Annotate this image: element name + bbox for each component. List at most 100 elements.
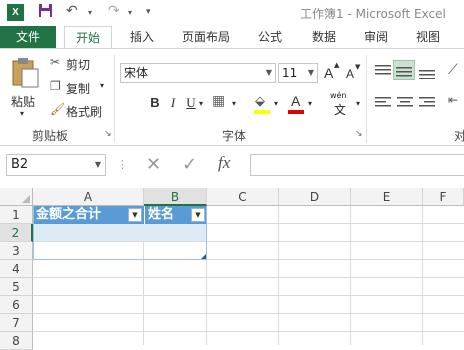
align-center-icon[interactable] — [396, 95, 414, 109]
underline-button[interactable]: U — [182, 93, 200, 113]
align-right-icon[interactable] — [418, 95, 436, 109]
font-size-select[interactable]: 11 ▼ — [278, 63, 318, 83]
filter-dropdown-icon[interactable]: ▼ — [128, 208, 142, 222]
cut-button[interactable]: 剪切 — [66, 56, 90, 73]
worksheet-grid[interactable]: A B C D E F 1 2 3 4 5 6 7 8 金额之合计 ▼ 姓名 ▼ — [0, 184, 464, 350]
gridline — [422, 206, 423, 345]
enter-icon[interactable]: ✓ — [182, 154, 197, 175]
font-name-value: 宋体 — [124, 66, 149, 80]
clipboard-group-label: 剪贴板 — [32, 129, 69, 143]
cut-icon[interactable]: ✂ — [50, 55, 60, 69]
formula-bar: B2 ▼ ⋮ ✕ ✓ fx — [0, 146, 464, 184]
row-header-5[interactable]: 5 — [0, 278, 33, 296]
paste-label: 粘贴 — [11, 95, 36, 109]
cell-a1[interactable]: 金额之合计 ▼ — [33, 206, 144, 224]
decrease-indent-icon[interactable]: ⇤ — [448, 93, 458, 107]
redo-icon[interactable]: ↷ — [108, 3, 120, 19]
font-color-dropdown-icon[interactable]: ▾ — [308, 99, 312, 108]
italic-button[interactable]: I — [164, 93, 182, 113]
font-launcher-icon[interactable]: ↘ — [355, 129, 363, 139]
excel-logo: X — [7, 4, 24, 21]
tab-data[interactable]: 数据 — [304, 26, 344, 48]
shrink-font-arrow-icon: ▼ — [355, 63, 361, 71]
format-painter-icon[interactable]: 🖌 — [50, 102, 65, 116]
borders-dropdown-icon[interactable]: ▾ — [232, 99, 236, 108]
align-bottom-icon[interactable] — [418, 65, 436, 79]
row-header-1[interactable]: 1 — [0, 206, 33, 224]
save-icon[interactable] — [38, 3, 53, 22]
align-middle-button[interactable] — [393, 60, 415, 80]
cancel-icon[interactable]: ✕ — [146, 154, 161, 175]
row-header-2[interactable]: 2 — [0, 224, 33, 242]
gridline — [278, 206, 279, 345]
grow-font-arrow-icon: ▲ — [334, 61, 340, 69]
gridline — [33, 295, 464, 296]
row-header-3[interactable]: 3 — [0, 242, 33, 260]
font-size-value: 11 — [282, 66, 298, 80]
cell-b1-text: 姓名 — [148, 207, 175, 222]
tab-formulas[interactable]: 公式 — [250, 26, 290, 48]
paste-button[interactable]: 粘贴 ▾ — [8, 57, 42, 118]
window-title: 工作簿1 - Microsoft Excel — [300, 7, 446, 21]
font-color-button[interactable]: A — [286, 93, 306, 115]
undo-dropdown-icon[interactable]: ▾ — [88, 8, 92, 17]
tab-page-layout[interactable]: 页面布局 — [176, 26, 236, 48]
clipboard-launcher-icon[interactable]: ↘ — [104, 129, 112, 139]
underline-dropdown-icon[interactable]: ▾ — [199, 99, 203, 108]
bold-button[interactable]: B — [146, 93, 164, 113]
customize-qat-icon[interactable]: ▾ — [146, 7, 151, 17]
gridline — [33, 277, 464, 278]
redo-dropdown-icon[interactable]: ▾ — [128, 8, 132, 17]
resize-handle-icon[interactable] — [201, 254, 206, 259]
borders-icon[interactable]: ▦ — [212, 93, 225, 109]
column-header-c[interactable]: C — [207, 188, 279, 206]
font-group-label: 字体 — [222, 129, 247, 143]
row-header-8[interactable]: 8 — [0, 332, 33, 350]
name-box[interactable]: B2 ▼ — [6, 154, 106, 176]
cell-b1[interactable]: 姓名 ▼ — [144, 206, 207, 224]
column-header-d[interactable]: D — [279, 188, 351, 206]
tab-review[interactable]: 审阅 — [356, 26, 396, 48]
formula-input[interactable] — [250, 154, 464, 176]
column-header-a[interactable]: A — [33, 188, 144, 206]
copy-icon[interactable]: ❐ — [50, 79, 61, 93]
tab-insert[interactable]: 插入 — [120, 26, 164, 48]
tab-view[interactable]: 视图 — [408, 26, 448, 48]
align-left-icon[interactable] — [374, 95, 392, 109]
chevron-down-icon: ▼ — [265, 68, 272, 77]
align-middle-icon — [396, 67, 412, 77]
copy-button[interactable]: 复制 — [66, 80, 90, 97]
table-band-row — [33, 224, 207, 241]
tab-file[interactable]: 文件 — [0, 26, 56, 48]
column-header-e[interactable]: E — [351, 188, 423, 206]
row-header-7[interactable]: 7 — [0, 314, 33, 332]
shrink-font-button[interactable]: A — [346, 67, 354, 81]
format-painter-button[interactable]: 格式刷 — [66, 103, 102, 120]
select-all-triangle-icon — [22, 195, 30, 203]
row-header-4[interactable]: 4 — [0, 260, 33, 278]
phonetic-button[interactable]: wén 文 — [330, 91, 354, 117]
font-color-a-icon: A — [291, 93, 301, 109]
filter-dropdown-icon[interactable]: ▼ — [191, 208, 205, 222]
group-divider — [366, 55, 367, 143]
phonetic-dropdown-icon[interactable]: ▾ — [356, 99, 360, 108]
align-top-icon[interactable] — [374, 63, 392, 77]
fill-color-dropdown-icon[interactable]: ▾ — [274, 99, 278, 108]
orientation-icon[interactable]: ⟋ — [448, 62, 458, 78]
insert-function-button[interactable]: fx — [218, 153, 230, 173]
copy-dropdown-icon[interactable]: ▾ — [100, 81, 104, 90]
gridline — [33, 241, 464, 242]
select-all-button[interactable] — [0, 188, 33, 206]
column-header-f[interactable]: F — [423, 188, 464, 206]
row-header-6[interactable]: 6 — [0, 296, 33, 314]
paint-bucket-icon: ⬙ — [255, 94, 265, 109]
font-name-select[interactable]: 宋体 ▼ — [120, 63, 276, 83]
paste-dropdown-icon: ▾ — [20, 109, 25, 118]
fill-color-button[interactable]: ⬙ — [252, 93, 272, 115]
tab-home[interactable]: 开始 — [64, 26, 112, 49]
font-color-swatch — [288, 110, 304, 114]
undo-icon[interactable]: ↶ — [66, 3, 78, 19]
grow-font-button[interactable]: A — [324, 65, 333, 81]
chevron-down-icon: ▼ — [307, 68, 314, 77]
column-header-b[interactable]: B — [144, 188, 207, 206]
